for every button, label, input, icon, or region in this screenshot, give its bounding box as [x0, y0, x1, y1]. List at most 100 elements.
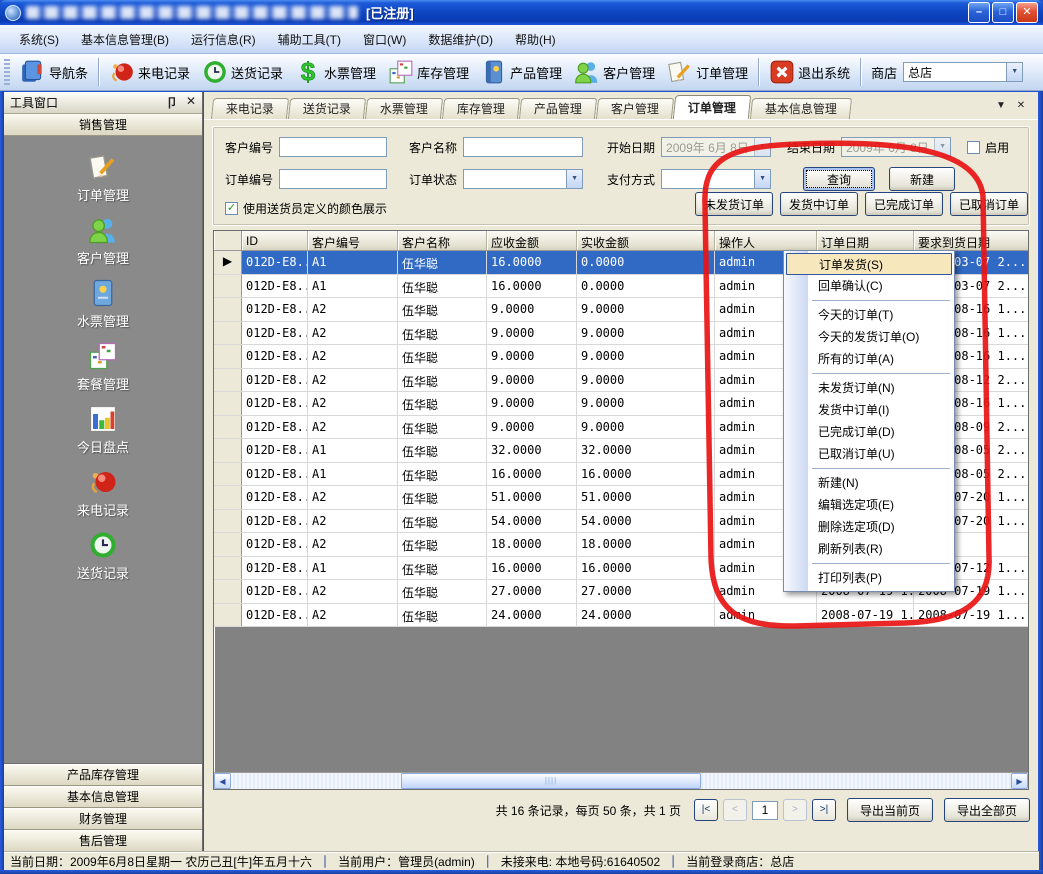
row-selector-cell[interactable] — [214, 486, 242, 509]
shop-select[interactable]: 总店▼ — [903, 62, 1023, 82]
grid-header-ID[interactable]: ID — [242, 231, 308, 250]
scroll-left-icon[interactable]: ◀ — [214, 773, 231, 789]
context-menu-item[interactable]: 发货中订单(I) — [784, 399, 954, 421]
sidebar-item-水票管理[interactable]: 水票管理 — [4, 272, 202, 335]
close-button[interactable]: ✕ — [1016, 2, 1038, 23]
row-selector-cell[interactable] — [214, 439, 242, 462]
tab-来电记录[interactable]: 来电记录 — [211, 98, 289, 119]
tab-客户管理[interactable]: 客户管理 — [596, 98, 674, 119]
maximize-button[interactable]: □ — [992, 2, 1014, 23]
sidebar-item-送货记录[interactable]: 送货记录 — [4, 524, 202, 587]
scrollbar-thumb[interactable]: |||| — [401, 773, 701, 789]
row-selector-cell[interactable] — [214, 533, 242, 556]
context-menu-item[interactable]: 已完成订单(D) — [784, 421, 954, 443]
sidebar-close-icon[interactable]: ✕ — [186, 94, 196, 111]
tab-送货记录[interactable]: 送货记录 — [288, 98, 366, 119]
enable-date-checkbox[interactable] — [967, 141, 980, 154]
row-selector-cell[interactable] — [214, 510, 242, 533]
row-selector-cell[interactable] — [214, 580, 242, 603]
toolbar-button[interactable]: 送货记录 — [196, 56, 289, 88]
grid-header-客户编号[interactable]: 客户编号 — [308, 231, 398, 250]
context-menu-item[interactable]: 编辑选定项(E) — [784, 494, 954, 516]
horizontal-scrollbar[interactable]: ◀ |||| ▶ — [214, 772, 1028, 789]
row-selector-cell[interactable] — [214, 463, 242, 486]
sidebar-section-产品库存管理[interactable]: 产品库存管理 — [4, 764, 202, 786]
grid-header-应收金额[interactable]: 应收金额 — [487, 231, 577, 250]
tab-订单管理[interactable]: 订单管理 — [673, 95, 752, 119]
tab-水票管理[interactable]: 水票管理 — [365, 98, 443, 119]
toolbar-button[interactable]: 产品管理 — [475, 56, 568, 88]
delivery-color-checkbox[interactable]: ✓ — [225, 202, 238, 215]
row-selector-cell[interactable]: ▶ — [214, 251, 242, 274]
table-row[interactable]: 012D-E8...A2伍华聪24.000024.0000admin2008-0… — [214, 604, 1028, 628]
context-menu-item[interactable]: 所有的订单(A) — [784, 348, 954, 370]
context-menu-item[interactable]: 订单发货(S) — [786, 253, 952, 275]
sidebar-item-订单管理[interactable]: 订单管理 — [4, 146, 202, 209]
grid-header-客户名称[interactable]: 客户名称 — [398, 231, 487, 250]
context-menu-item[interactable]: 今天的发货订单(O) — [784, 326, 954, 348]
grid-header-要求到货日期[interactable]: 要求到货日期 — [914, 231, 1028, 250]
export-all-pages-button[interactable]: 导出全部页 — [944, 798, 1030, 822]
menu-item[interactable]: 基本信息管理(B) — [70, 27, 180, 52]
menu-item[interactable]: 窗口(W) — [352, 27, 417, 52]
row-selector-cell[interactable] — [214, 416, 242, 439]
toolbar-button[interactable]: 订单管理 — [661, 56, 754, 88]
toolbar-button[interactable]: 来电记录 — [103, 56, 196, 88]
toolbar-button[interactable]: 客户管理 — [568, 56, 661, 88]
grid-header-实收金额[interactable]: 实收金额 — [577, 231, 715, 250]
menu-item[interactable]: 数据维护(D) — [417, 27, 504, 52]
new-button[interactable]: 新建 — [889, 167, 955, 191]
toolbar-button[interactable]: 导航条 — [14, 56, 94, 88]
context-menu-item[interactable]: 未发货订单(N) — [784, 377, 954, 399]
menu-item[interactable]: 运行信息(R) — [180, 27, 267, 52]
order-status-select[interactable]: ▼ — [463, 169, 583, 189]
sidebar-item-套餐管理[interactable]: 套餐管理 — [4, 335, 202, 398]
pay-method-select[interactable]: ▼ — [661, 169, 771, 189]
customer-no-input[interactable] — [279, 137, 387, 157]
query-button[interactable]: 查询 — [803, 167, 875, 191]
row-selector-cell[interactable] — [214, 345, 242, 368]
scrollbar-track[interactable]: |||| — [231, 773, 1011, 789]
tab-库存管理[interactable]: 库存管理 — [442, 98, 520, 119]
end-date-picker[interactable]: 2009年 6月 8日 ▼ — [841, 137, 951, 157]
next-page-button[interactable]: > — [783, 799, 807, 821]
sidebar-section-基本信息管理[interactable]: 基本信息管理 — [4, 786, 202, 808]
row-selector-cell[interactable] — [214, 322, 242, 345]
context-menu-item[interactable]: 刷新列表(R) — [784, 538, 954, 560]
sidebar-item-来电记录[interactable]: 来电记录 — [4, 461, 202, 524]
scroll-right-icon[interactable]: ▶ — [1011, 773, 1028, 789]
context-menu-item[interactable]: 删除选定项(D) — [784, 516, 954, 538]
row-selector-cell[interactable] — [214, 604, 242, 627]
row-selector-cell[interactable] — [214, 392, 242, 415]
toolbar-button[interactable]: $水票管理 — [289, 56, 382, 88]
sidebar-item-客户管理[interactable]: 客户管理 — [4, 209, 202, 272]
context-menu-item[interactable]: 打印列表(P) — [784, 567, 954, 589]
row-selector-cell[interactable] — [214, 275, 242, 298]
tab-基本信息管理[interactable]: 基本信息管理 — [750, 98, 852, 119]
customer-name-input[interactable] — [463, 137, 583, 157]
sidebar-section-sales[interactable]: 销售管理 — [4, 114, 202, 136]
context-menu-item[interactable]: 新建(N) — [784, 472, 954, 494]
status-filter-button-未发货订单[interactable]: 未发货订单 — [695, 192, 773, 216]
context-menu-item[interactable]: 今天的订单(T) — [784, 304, 954, 326]
order-no-input[interactable] — [279, 169, 387, 189]
context-menu-item[interactable]: 回单确认(C) — [784, 275, 954, 297]
toolbar-button[interactable]: 库存管理 — [382, 56, 475, 88]
sidebar-item-今日盘点[interactable]: 今日盘点 — [4, 398, 202, 461]
export-current-page-button[interactable]: 导出当前页 — [847, 798, 933, 822]
status-filter-button-已完成订单[interactable]: 已完成订单 — [865, 192, 943, 216]
status-filter-button-发货中订单[interactable]: 发货中订单 — [780, 192, 858, 216]
sidebar-section-售后管理[interactable]: 售后管理 — [4, 830, 202, 852]
grid-header-订单日期[interactable]: 订单日期 — [817, 231, 914, 250]
prev-page-button[interactable]: < — [723, 799, 747, 821]
minimize-button[interactable]: – — [968, 2, 990, 23]
status-filter-button-已取消订单[interactable]: 已取消订单 — [950, 192, 1028, 216]
grid-header-操作人[interactable]: 操作人 — [715, 231, 817, 250]
row-selector-cell[interactable] — [214, 557, 242, 580]
tab-产品管理[interactable]: 产品管理 — [519, 98, 597, 119]
menu-item[interactable]: 帮助(H) — [504, 27, 567, 52]
start-date-picker[interactable]: 2009年 6月 8日 ▼ — [661, 137, 771, 157]
page-number-input[interactable] — [752, 801, 778, 820]
toolbar-button[interactable]: 退出系统 — [763, 56, 856, 88]
tab-list-dropdown-icon[interactable]: ▼ — [994, 99, 1008, 113]
